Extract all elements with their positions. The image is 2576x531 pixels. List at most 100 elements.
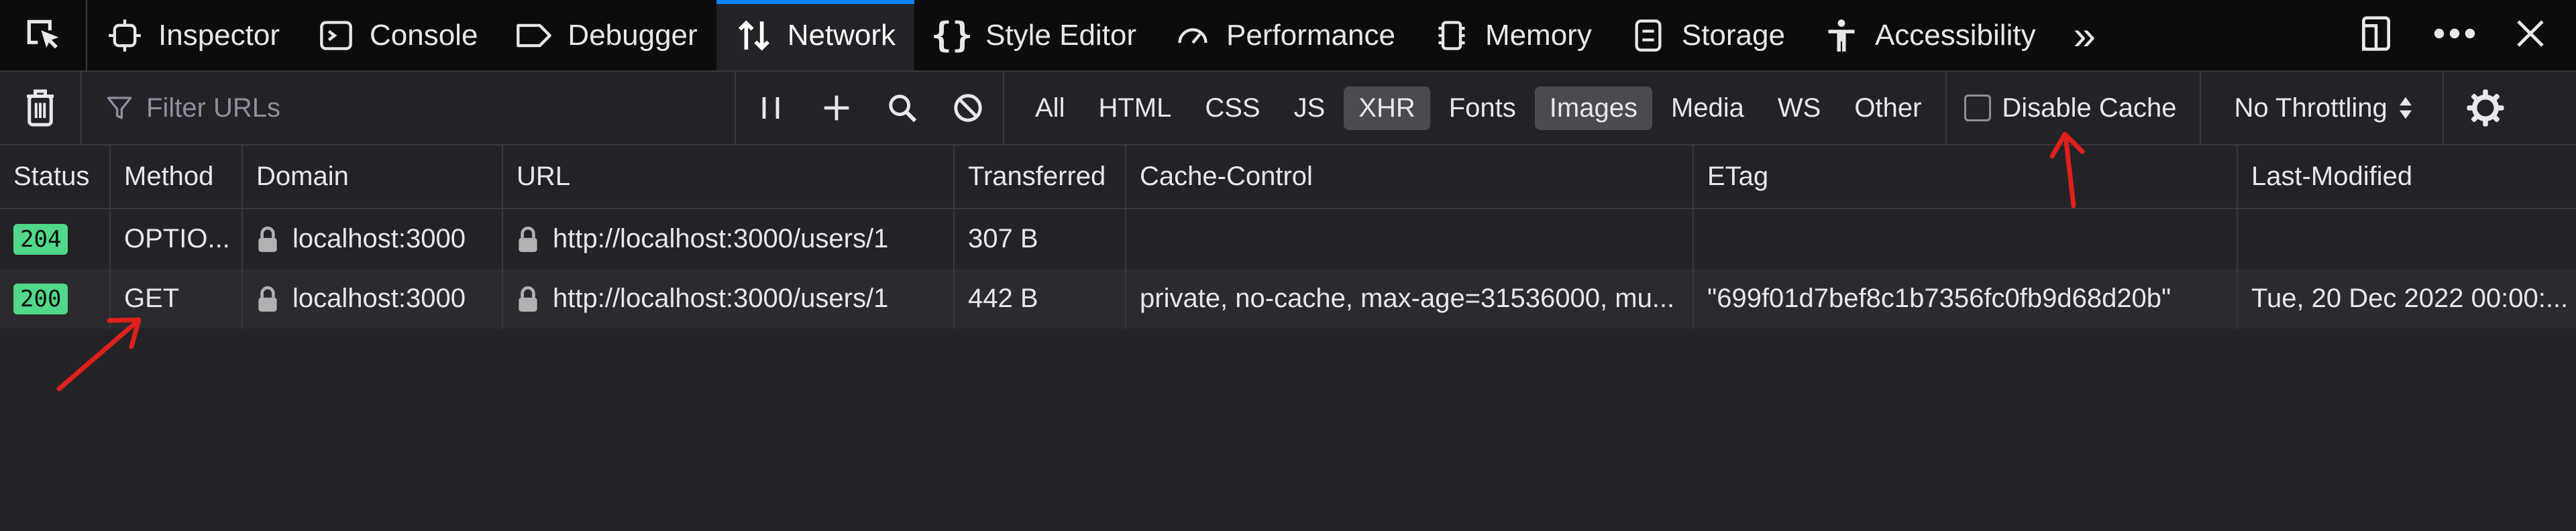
column-header-last-modified[interactable]: Last-Modified <box>2238 145 2576 208</box>
tab-label: Debugger <box>568 18 698 52</box>
filter-type-ws[interactable]: WS <box>1763 86 1835 130</box>
network-icon <box>735 17 773 54</box>
tab-label: Network <box>787 18 896 52</box>
block-icon <box>954 94 982 122</box>
table-row[interactable]: 204 OPTIO... localhost:3000 http://local… <box>0 209 2576 269</box>
etag-cell: "699f01d7bef8c1b7356fc0fb9d68d20b" <box>1694 269 2238 329</box>
block-requests-button[interactable] <box>947 86 989 129</box>
storage-icon <box>1629 17 1667 54</box>
transferred-cell: 307 B <box>955 209 1126 269</box>
annotation-arrow-get <box>56 317 142 392</box>
filter-type-js[interactable]: JS <box>1279 86 1340 130</box>
column-header-method[interactable]: Method <box>111 145 243 208</box>
transferred-cell: 442 B <box>955 269 1126 329</box>
tab-storage[interactable]: Storage <box>1611 0 1804 70</box>
column-header-cache-control[interactable]: Cache-Control <box>1126 145 1694 208</box>
accessibility-icon <box>1823 17 1860 54</box>
filter-type-css[interactable]: CSS <box>1190 86 1275 130</box>
cache-control-cell: private, no-cache, max-age=31536000, mu.… <box>1126 269 1694 329</box>
filter-type-other[interactable]: Other <box>1839 86 1936 130</box>
tab-label: Accessibility <box>1874 18 2036 52</box>
inspector-icon <box>106 17 144 54</box>
request-type-filters: All HTML CSS JS XHR Fonts Images Media W… <box>1004 72 1947 144</box>
tab-memory[interactable]: Memory <box>1414 0 1611 70</box>
url-text: http://localhost:3000/users/1 <box>553 284 889 313</box>
last-modified-cell <box>2238 209 2576 269</box>
method-cell: GET <box>111 269 243 329</box>
status-badge: 204 <box>13 223 68 255</box>
etag-cell <box>1694 209 2238 269</box>
lock-icon <box>256 285 279 313</box>
braces-icon: {} <box>930 15 973 56</box>
network-settings-button[interactable] <box>2444 72 2527 144</box>
double-chevron-right-icon: » <box>2073 13 2096 58</box>
status-badge: 200 <box>13 283 68 314</box>
element-picker-button[interactable] <box>0 0 87 70</box>
disable-cache-checkbox[interactable] <box>1964 95 1992 121</box>
url-text: http://localhost:3000/users/1 <box>553 224 889 253</box>
tab-label: Memory <box>1485 18 1592 52</box>
column-header-transferred[interactable]: Transferred <box>955 145 1126 208</box>
throttling-select[interactable]: No Throttling <box>2201 72 2444 144</box>
search-icon <box>889 95 917 123</box>
clear-requests-button[interactable] <box>0 72 82 144</box>
filter-type-fonts[interactable]: Fonts <box>1434 86 1531 130</box>
table-header: Status Method Domain URL Transferred Cac… <box>0 145 2576 209</box>
trash-icon <box>27 89 54 127</box>
filter-urls-input[interactable] <box>145 92 698 124</box>
new-request-button[interactable] <box>815 86 858 129</box>
domain-text: localhost:3000 <box>292 284 466 313</box>
tab-label: Inspector <box>158 18 280 52</box>
tab-style-editor[interactable]: {} Style Editor <box>914 0 1155 70</box>
filter-type-media[interactable]: Media <box>1656 86 1759 130</box>
filter-urls-box[interactable] <box>82 72 736 144</box>
pause-icon <box>762 97 780 119</box>
method-cell: OPTIO... <box>111 209 243 269</box>
element-picker-icon <box>27 19 59 48</box>
cache-control-cell <box>1126 209 1694 269</box>
filter-type-all[interactable]: All <box>1020 86 1079 130</box>
more-tools-button[interactable]: » <box>2055 0 2114 70</box>
filter-type-xhr[interactable]: XHR <box>1344 86 1430 130</box>
table-row[interactable]: 200 GET localhost:3000 http://localhost:… <box>0 269 2576 329</box>
tab-label: Style Editor <box>985 18 1137 52</box>
debugger-icon <box>515 17 553 54</box>
requests-table: Status Method Domain URL Transferred Cac… <box>0 145 2576 329</box>
gauge-icon <box>1174 17 1212 54</box>
plus-icon <box>824 95 849 121</box>
column-header-etag[interactable]: ETag <box>1694 145 2238 208</box>
last-modified-cell: Tue, 20 Dec 2022 00:00:... <box>2251 284 2569 313</box>
tab-performance[interactable]: Performance <box>1155 0 1414 70</box>
tab-console[interactable]: Console <box>299 0 496 70</box>
close-icon <box>2517 20 2544 47</box>
toggle-dock-button[interactable] <box>2357 13 2395 57</box>
tab-inspector[interactable]: Inspector <box>87 0 299 70</box>
disable-cache-toggle[interactable]: Disable Cache <box>1947 72 2201 144</box>
tab-debugger[interactable]: Debugger <box>496 0 716 70</box>
ellipsis-icon <box>2434 28 2475 39</box>
filter-type-images[interactable]: Images <box>1534 86 1652 130</box>
close-devtools-button[interactable] <box>2514 17 2546 53</box>
lock-icon <box>256 225 279 253</box>
toolbar-action-group <box>736 72 1004 144</box>
search-button[interactable] <box>881 86 924 129</box>
gear-icon <box>2467 89 2504 127</box>
pause-recording-button[interactable] <box>749 86 792 129</box>
column-header-url[interactable]: URL <box>503 145 955 208</box>
throttling-value: No Throttling <box>2234 93 2387 123</box>
column-header-domain[interactable]: Domain <box>243 145 503 208</box>
tab-network[interactable]: Network <box>716 0 915 70</box>
tab-accessibility[interactable]: Accessibility <box>1804 0 2055 70</box>
filter-type-html[interactable]: HTML <box>1083 86 1186 130</box>
tab-label: Console <box>369 18 478 52</box>
devtools-tab-bar: Inspector Console Debugger Network {} St… <box>0 0 2576 72</box>
lock-icon <box>517 285 539 313</box>
more-options-button[interactable] <box>2432 27 2477 44</box>
column-header-status[interactable]: Status <box>0 145 111 208</box>
disable-cache-label: Disable Cache <box>2002 93 2177 123</box>
memory-chip-icon <box>1433 17 1470 54</box>
domain-text: localhost:3000 <box>292 224 466 253</box>
lock-icon <box>517 225 539 253</box>
dock-icon <box>2362 16 2390 51</box>
tab-label: Storage <box>1681 18 1785 52</box>
